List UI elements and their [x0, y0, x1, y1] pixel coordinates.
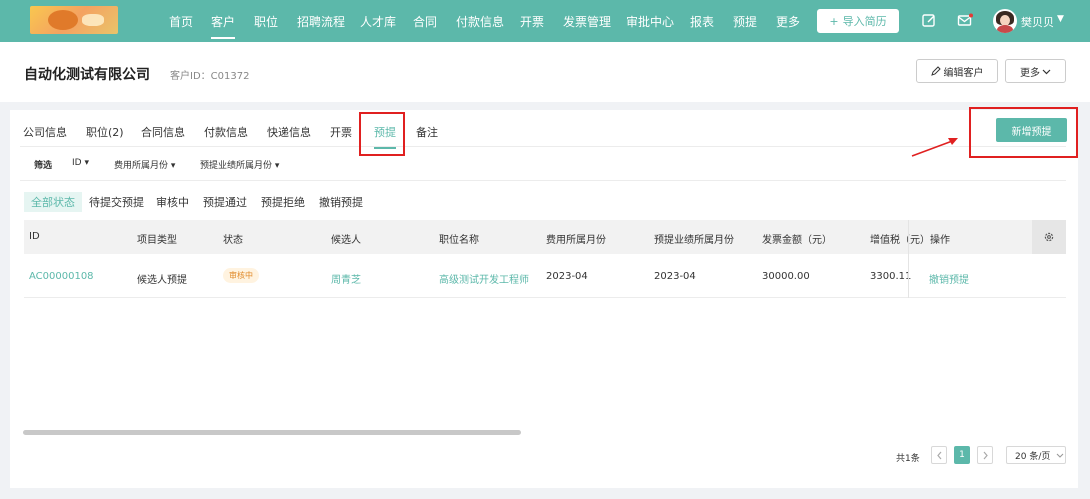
nav-item-payment[interactable]: 付款信息 [456, 13, 504, 30]
cell-vat: 3300.11 [870, 271, 912, 282]
pencil-icon [930, 66, 941, 76]
col-fee-month[interactable]: 费用所属月份 [546, 231, 606, 246]
nav-item-more[interactable]: 更多 [776, 13, 800, 30]
actions-column-divider [908, 220, 909, 298]
status-pending-submit[interactable]: 待提交预提 [89, 194, 144, 210]
cell-position[interactable]: 高级测试开发工程师 [439, 271, 529, 286]
mail-icon[interactable] [957, 12, 973, 28]
highlight-box-add-button [969, 107, 1078, 158]
status-revoked[interactable]: 撤销预提 [319, 194, 363, 210]
filter-performance-month[interactable]: 预提业绩所属月份 ▾ [200, 158, 279, 171]
edit-note-icon[interactable] [921, 12, 937, 28]
col-project-type[interactable]: 项目类型 [137, 231, 177, 246]
cell-invoice-amount: 30000.00 [762, 271, 810, 282]
nav-item-positions[interactable]: 职位 [254, 13, 278, 30]
more-label: 更多 [1020, 67, 1040, 79]
tab-positions[interactable]: 职位(2) [86, 124, 124, 140]
cell-candidate[interactable]: 周青芝 [331, 271, 361, 286]
chevron-left-icon [936, 451, 941, 459]
brand-logo[interactable] [30, 6, 118, 34]
col-position[interactable]: 职位名称 [439, 231, 479, 246]
caret-down-icon[interactable]: ▼ [1057, 14, 1064, 24]
nav-item-reports[interactable]: 报表 [690, 13, 714, 30]
cell-project-type: 候选人预提 [137, 275, 187, 286]
prev-page-button[interactable] [931, 446, 947, 464]
main-content-card: 公司信息 职位(2) 合同信息 付款信息 快递信息 开票 预提 备注 新增预提 … [10, 107, 1078, 488]
page-size-value: 20 条/页 [1015, 451, 1051, 462]
col-invoice-amount[interactable]: 发票金额（元） [762, 231, 832, 246]
tab-payment-info[interactable]: 付款信息 [204, 124, 248, 140]
filter-divider [20, 180, 1066, 181]
username[interactable]: 樊贝贝 [1021, 14, 1054, 30]
status-rejected[interactable]: 预提拒绝 [261, 194, 305, 210]
nav-item-invoice-management[interactable]: 发票管理 [563, 13, 611, 30]
edit-customer-button[interactable]: 编辑客户 [916, 59, 998, 83]
status-approved[interactable]: 预提通过 [203, 194, 247, 210]
chevron-down-icon [1042, 69, 1051, 74]
revoke-accrual-link[interactable]: 撤销预提 [929, 271, 969, 286]
column-settings-button[interactable] [1032, 220, 1066, 254]
cell-id[interactable]: AC00000108 [29, 271, 94, 282]
customer-id: 客户ID：C01372 [170, 71, 250, 82]
tab-invoicing[interactable]: 开票 [330, 124, 352, 140]
nav-item-talent-pool[interactable]: 人才库 [360, 13, 396, 30]
tab-express-info[interactable]: 快递信息 [267, 124, 311, 140]
page-number-current[interactable]: 1 [954, 446, 970, 464]
customer-header: 自动化测试有限公司 客户ID：C01372 编辑客户 更多 [0, 42, 1090, 102]
filter-fee-month[interactable]: 费用所属月份 ▾ [114, 158, 175, 171]
nav-item-invoicing[interactable]: 开票 [520, 13, 544, 30]
chevron-right-icon [983, 451, 988, 459]
table-header: ID 项目类型 状态 候选人 职位名称 费用所属月份 预提业绩所属月份 发票金额… [24, 220, 1066, 254]
status-reviewing[interactable]: 审核中 [156, 194, 189, 210]
import-resume-button[interactable]: + 导入简历 [817, 9, 899, 33]
col-actions: 操作 [930, 235, 950, 246]
nav-item-home[interactable]: 首页 [169, 13, 193, 30]
col-performance-month[interactable]: 预提业绩所属月份 [654, 231, 734, 246]
company-name: 自动化测试有限公司 [24, 67, 150, 83]
col-candidate[interactable]: 候选人 [331, 231, 361, 246]
cell-performance-month: 2023-04 [654, 271, 696, 282]
top-navigation-bar: 首页 客户 职位 招聘流程 人才库 合同 付款信息 开票 发票管理 审批中心 报… [0, 0, 1090, 42]
tab-company-info[interactable]: 公司信息 [23, 124, 67, 140]
edit-customer-label: 编辑客户 [943, 67, 984, 79]
plus-icon: + [829, 14, 839, 28]
nav-item-recruit-flow[interactable]: 招聘流程 [297, 13, 345, 30]
nav-item-customer[interactable]: 客户 [211, 13, 236, 39]
tabs-divider [20, 146, 1066, 147]
tab-remarks[interactable]: 备注 [416, 124, 438, 140]
total-count: 共1条 [896, 454, 920, 464]
tab-contract-info[interactable]: 合同信息 [141, 124, 185, 140]
notification-dot [969, 13, 973, 18]
user-avatar[interactable] [993, 9, 1017, 33]
status-badge: 审核中 [223, 268, 259, 283]
status-all[interactable]: 全部状态 [24, 192, 82, 212]
cell-fee-month: 2023-04 [546, 271, 588, 282]
col-vat[interactable]: 增值税（元） [870, 231, 930, 246]
gear-icon [1044, 232, 1054, 242]
page-size-select[interactable]: 20 条/页 [1006, 446, 1066, 464]
nav-item-contracts[interactable]: 合同 [413, 13, 437, 30]
filter-label: 筛选 [34, 161, 53, 171]
next-page-button[interactable] [977, 446, 993, 464]
col-id[interactable]: ID [29, 231, 40, 242]
table-row: AC00000108 候选人预提 审核中 周青芝 高级测试开发工程师 2023-… [24, 254, 1066, 298]
nav-item-accrual[interactable]: 预提 [733, 13, 757, 30]
import-resume-label: 导入简历 [842, 15, 887, 28]
nav-item-approval-center[interactable]: 审批中心 [626, 13, 674, 30]
col-status[interactable]: 状态 [223, 231, 243, 246]
more-dropdown-button[interactable]: 更多 [1005, 59, 1066, 83]
chevron-down-icon [1056, 453, 1064, 458]
horizontal-scrollbar[interactable] [23, 430, 521, 435]
highlight-box-accrual-tab [359, 112, 405, 156]
filter-id[interactable]: ID ▾ [72, 158, 89, 168]
